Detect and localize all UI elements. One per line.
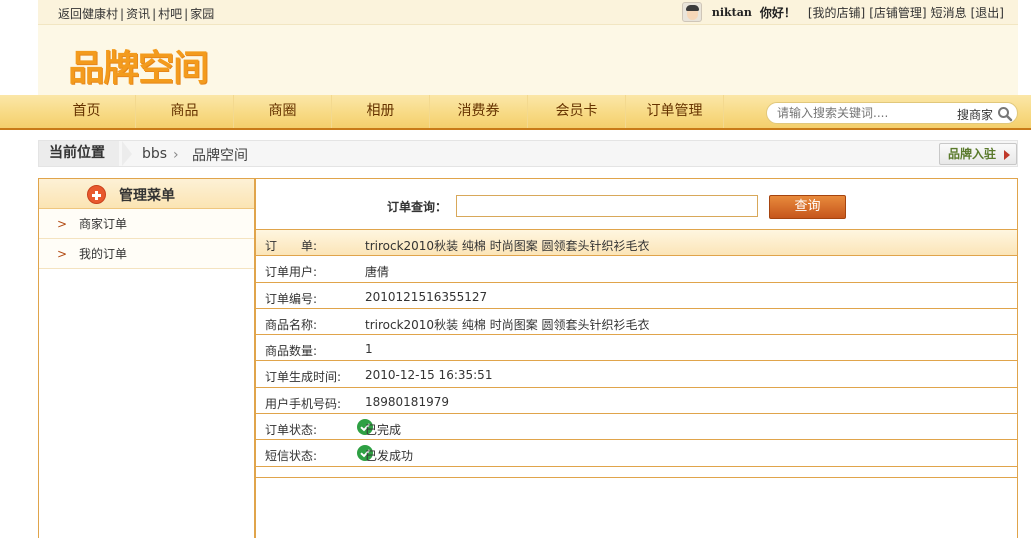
sidebar: 管理菜单 > 商家订单 > 我的订单: [38, 178, 255, 538]
sidebar-item-label: 我的订单: [79, 247, 128, 261]
breadcrumb-item-brand-space[interactable]: 品牌空间: [192, 145, 248, 165]
link-store-manage[interactable]: [店铺管理]: [869, 4, 926, 21]
nav-item-business-circle[interactable]: 商圈: [234, 95, 332, 128]
link-back-health-village[interactable]: 返回健康村: [58, 7, 118, 21]
search-input[interactable]: [777, 104, 947, 122]
separator: |: [120, 7, 125, 21]
row-value: 18980181979: [365, 394, 449, 409]
breadcrumb-arrow: [122, 141, 132, 166]
row-key: 商品名称:: [265, 317, 318, 332]
avatar[interactable]: [681, 2, 702, 22]
table-row: 订单状态: 已完成: [256, 414, 1017, 441]
row-value: 2010-12-15 16:35:51: [365, 368, 493, 383]
row-key: 商品数量:: [265, 344, 318, 359]
table-row: 订单编号: 2010121516355127: [256, 283, 1017, 309]
row-key: 订单状态:: [265, 423, 318, 438]
nav-item-album[interactable]: 相册: [332, 95, 430, 128]
top-links: 返回健康村 | 资讯 | 村吧 | 家园: [58, 5, 214, 22]
user-box: niktan 你好！ [我的店铺] [店铺管理] 短消息 [退出]: [681, 0, 1004, 24]
page: 返回健康村 | 资讯 | 村吧 | 家园 niktan 你好！ [我的店铺] [店铺管理] …: [0, 0, 1031, 538]
row-value: 2010121516355127: [365, 289, 488, 304]
link-bar[interactable]: 村吧: [158, 7, 182, 21]
table-row: 商品名称: trirock2010秋装 纯棉 时尚图案 圆领套头针织衫毛衣: [256, 309, 1017, 336]
nav-items: 首页 商品 商圈 相册 消费券 会员卡 订单管理: [38, 95, 724, 128]
table-row: 订 单: trirock2010秋装 纯棉 时尚图案 圆领套头针织衫毛衣: [256, 230, 1017, 257]
sidebar-item-merchant-orders[interactable]: > 商家订单: [39, 209, 254, 239]
row-value: trirock2010秋装 纯棉 时尚图案 圆领套头针织衫毛衣: [365, 317, 650, 332]
brand-join-label: 品牌入驻: [948, 147, 997, 161]
link-logout[interactable]: [退出]: [971, 4, 1004, 21]
nav-item-member-card[interactable]: 会员卡: [528, 95, 626, 128]
row-key: 用户手机号码:: [265, 396, 342, 411]
table-row: 用户手机号码: 18980181979: [256, 388, 1017, 415]
order-query-label: 订单查询：: [387, 200, 448, 214]
top-bar: 返回健康村 | 资讯 | 村吧 | 家园 niktan 你好！ [我的店铺] [店铺管理] …: [38, 0, 1018, 25]
query-button[interactable]: 查询: [769, 195, 846, 219]
row-key: 订单生成时间:: [265, 370, 342, 385]
separator: |: [184, 7, 189, 21]
chevron-right-icon: >: [57, 217, 68, 231]
order-query: 订单查询： 查询: [256, 179, 1017, 230]
link-news[interactable]: 资讯: [126, 7, 150, 21]
table-row-blank: [256, 467, 1017, 478]
breadcrumb: 当前位置 bbs › 品牌空间 品牌入驻: [38, 140, 1018, 167]
order-detail-table: 订 单: trirock2010秋装 纯棉 时尚图案 圆领套头针织衫毛衣 订单用…: [256, 230, 1017, 478]
breadcrumb-item-bbs[interactable]: bbs: [142, 146, 167, 162]
main-panel: 订单查询： 查询 订 单: trirock2010秋装 纯棉 时尚图案 圆领套头…: [255, 178, 1018, 538]
table-row: 商品数量: 1: [256, 335, 1017, 362]
search-icon[interactable]: [997, 106, 1013, 122]
username: niktan: [711, 5, 752, 19]
table-row: 订单生成时间: 2010-12-15 16:35:51: [256, 361, 1017, 388]
greeting: 你好！: [759, 5, 796, 20]
table-row: 短信状态: 已发成功: [256, 440, 1017, 467]
sms-status-value: 已发成功: [365, 449, 414, 464]
link-messages[interactable]: 短消息: [931, 4, 967, 21]
sidebar-item-label: 商家订单: [79, 217, 128, 231]
breadcrumb-current-label: 当前位置: [39, 141, 119, 166]
nav-item-coupons[interactable]: 消费券: [430, 95, 528, 128]
sidebar-item-my-orders[interactable]: > 我的订单: [39, 239, 254, 269]
row-value: 唐倩: [365, 265, 390, 280]
main-nav: 首页 商品 商圈 相册 消费券 会员卡 订单管理 搜商家: [0, 95, 1031, 130]
sidebar-header: 管理菜单: [39, 179, 254, 209]
chevron-right-icon: ›: [173, 147, 179, 163]
row-key: 订单编号:: [265, 291, 318, 306]
plus-icon: [87, 185, 106, 204]
row-key: 短信状态:: [265, 449, 318, 464]
link-my-store[interactable]: [我的店铺]: [808, 4, 865, 21]
header: 品牌空间: [38, 25, 1018, 95]
brand-space-logo[interactable]: 品牌空间: [68, 39, 209, 91]
search-box: 搜商家: [766, 102, 1018, 124]
brand-join-button[interactable]: 品牌入驻: [939, 143, 1017, 165]
search-button[interactable]: 搜商家: [957, 106, 993, 123]
row-value: 1: [365, 342, 373, 357]
row-key: 订 单:: [265, 239, 318, 253]
chevron-right-icon: >: [57, 247, 68, 261]
row-key: 订单用户:: [265, 265, 318, 280]
nav-item-order-manage[interactable]: 订单管理: [626, 95, 724, 128]
order-query-input[interactable]: [456, 195, 758, 217]
row-value: trirock2010秋装 纯棉 时尚图案 圆领套头针织衫毛衣: [365, 239, 650, 253]
separator: |: [152, 7, 157, 21]
sidebar-title: 管理菜单: [119, 188, 175, 204]
arrow-right-icon: [1004, 150, 1010, 160]
order-status-value: 已完成: [365, 423, 402, 438]
nav-item-products[interactable]: 商品: [136, 95, 234, 128]
table-row: 订单用户: 唐倩: [256, 256, 1017, 283]
link-home[interactable]: 家园: [190, 7, 214, 21]
nav-item-home[interactable]: 首页: [38, 95, 136, 128]
